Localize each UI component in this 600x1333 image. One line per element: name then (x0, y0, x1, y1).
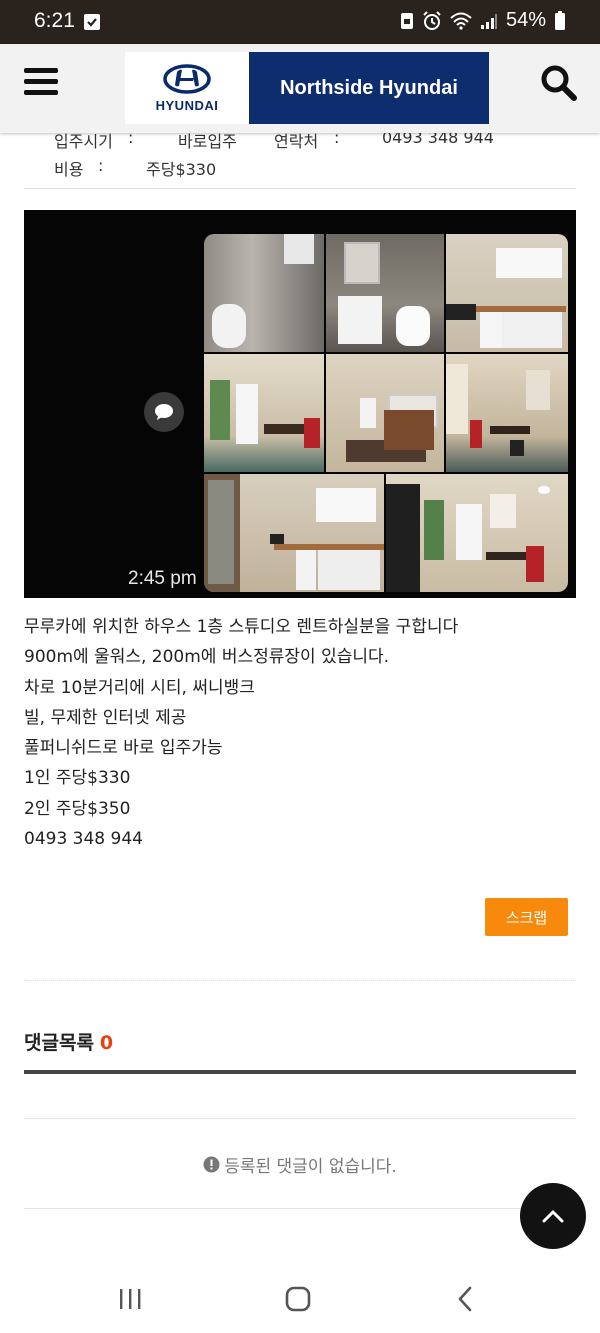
hyundai-emblem-icon (163, 64, 211, 94)
comments-heading: 댓글목록 0 (24, 1028, 113, 1055)
photo-kitchen-laundry (446, 234, 568, 352)
post-line: 0493 348 944 (24, 829, 143, 850)
post-line: 무루카에 위치한 하우스 1층 스튜디오 렌트하실분을 구합니다 (24, 617, 459, 637)
status-icons: 54% (400, 9, 566, 32)
cost-value: 주당$330 (146, 160, 217, 179)
dealer-logo[interactable]: HYUNDAI Northside Hyundai (125, 52, 489, 124)
post-body: 무루카에 위치한 하우스 1층 스튜디오 렌트하실분을 구합니다 900m에 울… (24, 612, 576, 854)
recent-apps-icon[interactable] (118, 1287, 142, 1315)
info-icon (203, 1156, 220, 1173)
photo-kitchen-wide (204, 474, 384, 592)
photo-bathroom-vanity (326, 234, 444, 352)
divider (24, 1208, 576, 1209)
lock-phone-icon (400, 12, 413, 29)
post-line: 2인 주당$350 (24, 798, 131, 819)
status-bar: 6:21 54% (0, 0, 600, 44)
dealer-name: Northside Hyundai (249, 52, 489, 124)
photo-entrance-fridge (386, 474, 568, 592)
signal-icon (480, 13, 497, 29)
post-line: 900m에 울워스, 200m에 버스정류장이 있습니다. (24, 647, 390, 668)
photo-timestamp: 2:45 pm (128, 568, 197, 589)
download-complete-icon (84, 14, 100, 30)
back-icon[interactable] (456, 1286, 474, 1316)
post-line: 차로 10분거리에 시티, 써니뱅크 (24, 677, 255, 698)
comments-count: 0 (99, 1032, 114, 1054)
home-icon[interactable] (285, 1286, 311, 1316)
hyundai-wordmark: HYUNDAI (155, 98, 219, 113)
photo-living-fridge (204, 354, 324, 472)
listing-photo[interactable]: 2:45 pm (24, 210, 576, 598)
cost-sep: : (98, 156, 104, 175)
divider (24, 980, 576, 981)
scrap-button[interactable]: 스크랩 (485, 898, 568, 936)
search-icon[interactable] (540, 64, 578, 106)
post-line: 1인 주당$330 (24, 768, 131, 789)
comments-title: 댓글목록 (24, 1032, 94, 1054)
empty-comments-text: 등록된 댓글이 없습니다. (224, 1157, 397, 1177)
alarm-icon (423, 10, 441, 30)
chevron-up-icon (542, 1210, 564, 1223)
photo-bathroom-toilet (204, 234, 324, 352)
system-nav-bar (0, 1262, 600, 1333)
photo-bedroom (326, 354, 444, 472)
battery-percent: 54% (505, 9, 546, 31)
photo-living-table (446, 354, 568, 472)
post-line: 빌, 무제한 인터넷 제공 (24, 707, 187, 728)
scroll-to-top-button[interactable] (520, 1183, 586, 1249)
cost-label: 비용 (54, 160, 84, 179)
chat-bubble-icon[interactable] (144, 392, 184, 432)
wifi-icon (450, 12, 472, 30)
empty-comments: 등록된 댓글이 없습니다. (0, 1152, 600, 1177)
post-line: 풀퍼니쉬드로 바로 입주가능 (24, 738, 223, 759)
hamburger-menu-icon[interactable] (24, 68, 58, 98)
comments-rule (24, 1070, 576, 1074)
battery-icon (555, 10, 565, 30)
hyundai-logo: HYUNDAI (125, 52, 249, 124)
divider (24, 1118, 576, 1119)
status-time: 6:21 (34, 9, 75, 32)
site-header: HYUNDAI Northside Hyundai (0, 44, 600, 133)
